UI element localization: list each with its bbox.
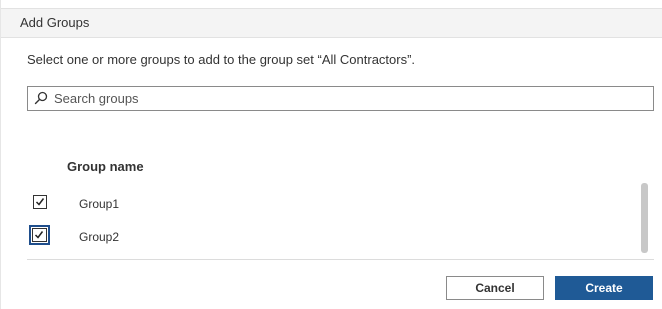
add-groups-dialog: Add Groups Select one or more groups to … xyxy=(0,0,662,309)
search-icon xyxy=(34,91,48,105)
create-button[interactable]: Create xyxy=(555,276,653,300)
checkmark-icon xyxy=(34,231,44,239)
dialog-instructions: Select one or more groups to add to the … xyxy=(27,52,416,67)
dialog-titlebar: Add Groups xyxy=(1,8,662,38)
search-input[interactable] xyxy=(54,89,644,108)
group-name-label: Group1 xyxy=(79,197,120,211)
row-checkbox[interactable] xyxy=(33,195,47,209)
group-name-label: Group2 xyxy=(79,230,120,244)
dialog-title: Add Groups xyxy=(20,15,90,30)
cancel-button[interactable]: Cancel xyxy=(446,276,544,300)
checkmark-icon xyxy=(35,198,45,206)
footer-divider xyxy=(27,259,654,260)
column-header-group-name: Group name xyxy=(67,159,144,174)
search-box[interactable] xyxy=(27,86,654,111)
table-row[interactable]: Group1 xyxy=(27,189,627,219)
row-checkbox[interactable] xyxy=(29,225,50,245)
table-row[interactable]: Group2 xyxy=(27,222,627,252)
list-scrollbar[interactable] xyxy=(641,183,648,253)
